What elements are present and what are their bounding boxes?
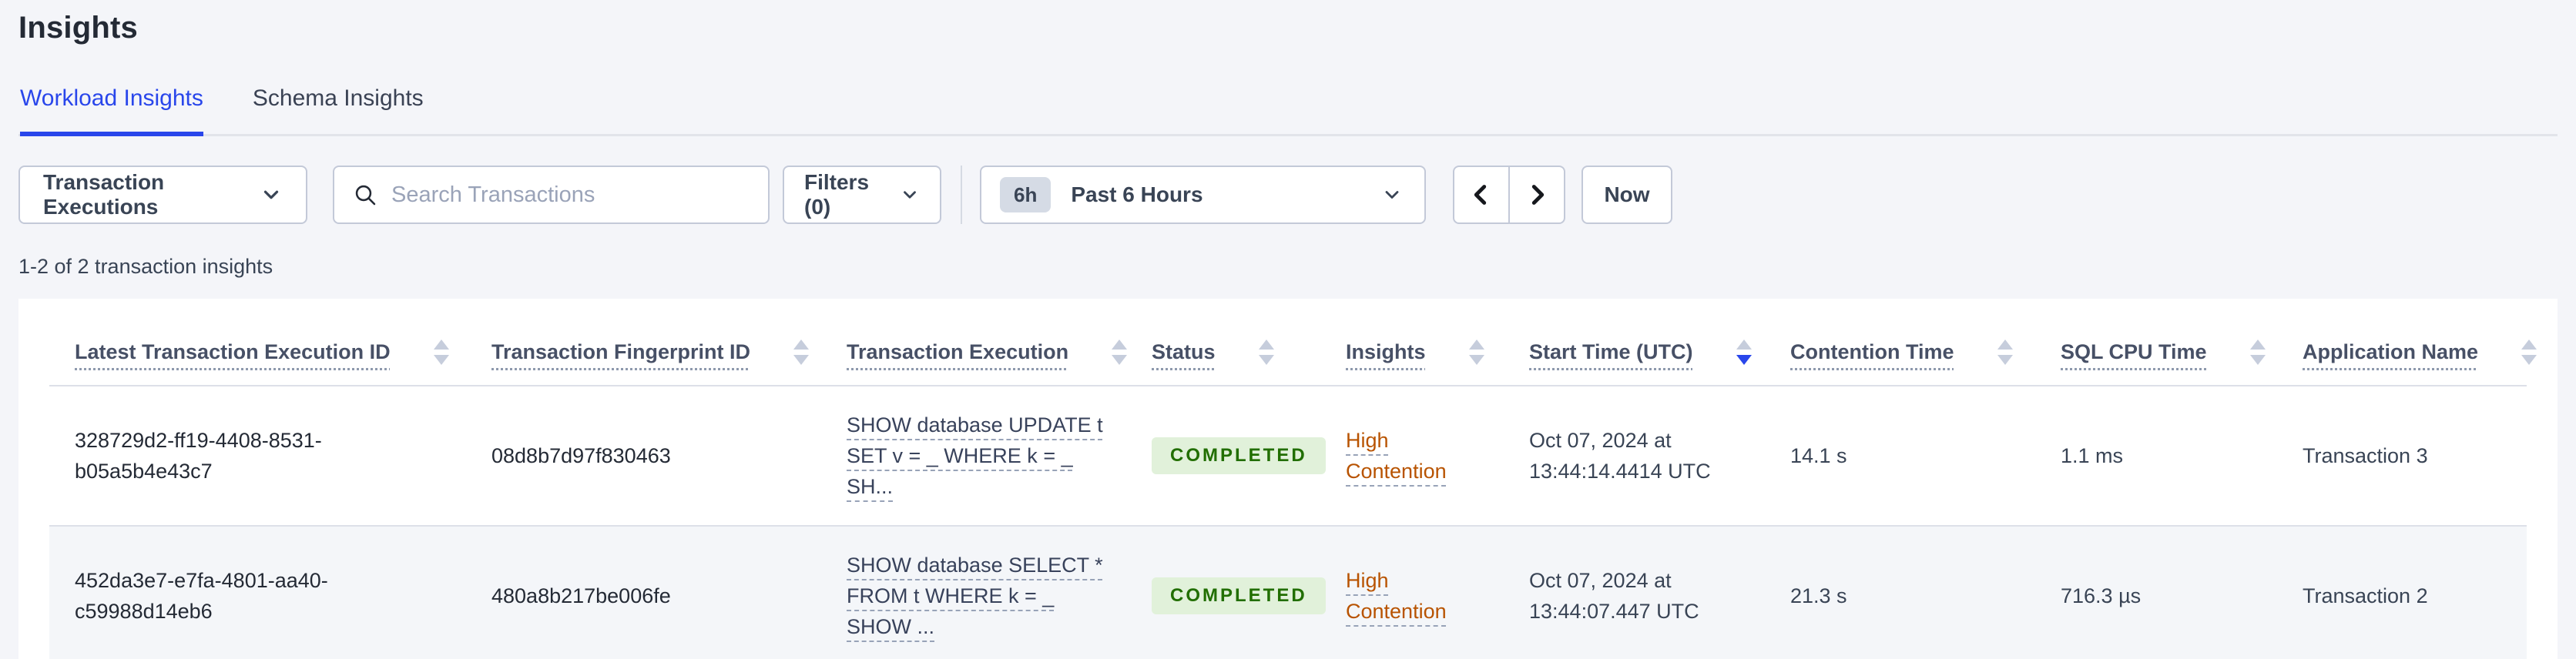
application-name: Transaction 3 (2303, 444, 2428, 467)
time-range-shortcut-badge: 6h (1000, 177, 1052, 212)
chevron-down-icon (900, 185, 920, 205)
sort-icon (433, 339, 449, 365)
time-range-nav (1453, 166, 1565, 224)
page-title: Insights (18, 11, 138, 45)
sort-icon (1112, 339, 1128, 365)
sort-icon (1997, 339, 2013, 365)
fingerprint-id: 480a8b217be006fe (491, 584, 671, 607)
sql-cpu-time: 1.1 ms (2061, 444, 2124, 467)
insights-page: Insights Workload Insights Schema Insigh… (0, 0, 2576, 659)
fingerprint-id: 08d8b7d97f830463 (491, 444, 671, 467)
sort-icon (2249, 339, 2266, 365)
now-button[interactable]: Now (1581, 166, 1672, 224)
table-row: 452da3e7-e7fa-4801-aa40-c59988d14eb6 480… (49, 526, 2527, 659)
column-label: Transaction Execution (847, 340, 1069, 363)
filters-label: Filters (0) (804, 170, 870, 219)
tab-schema-insights[interactable]: Schema Insights (253, 85, 424, 136)
transaction-execution-link[interactable]: SHOW database SELECT * FROM t WHERE k = … (847, 550, 1110, 642)
toolbar-divider (961, 166, 962, 224)
column-label: Latest Transaction Execution ID (75, 340, 391, 363)
time-range-value: Past 6 Hours (1071, 182, 1203, 206)
execution-type-dropdown-value: Transaction Executions (43, 170, 165, 219)
sort-icon (2521, 339, 2537, 365)
time-range-picker[interactable]: 6h Past 6 Hours (980, 166, 1426, 224)
sql-cpu-time: 716.3 µs (2061, 584, 2142, 607)
results-summary: 1-2 of 2 transaction insights (18, 255, 273, 278)
column-label: Status (1152, 340, 1216, 363)
column-label: Start Time (UTC) (1529, 340, 1693, 363)
previous-time-range-button[interactable] (1453, 166, 1509, 224)
start-time: Oct 07, 2024 at 13:44:14.4414 UTC (1529, 429, 1711, 483)
contention-time: 14.1 s (1790, 444, 1847, 467)
search-icon (353, 182, 377, 207)
column-label: SQL CPU Time (2061, 340, 2207, 363)
insight-link[interactable]: High Contention (1346, 565, 1469, 627)
column-label: Contention Time (1790, 340, 1954, 363)
column-header-status[interactable]: Status (1152, 299, 1346, 386)
next-time-range-button[interactable] (1509, 166, 1565, 224)
transaction-insights-table: Latest Transaction Execution ID Transact… (49, 299, 2537, 659)
column-header-transaction-execution[interactable]: Transaction Execution (847, 299, 1152, 386)
column-header-start-time[interactable]: Start Time (UTC) (1529, 299, 1790, 386)
status-badge: COMPLETED (1152, 437, 1326, 474)
insight-link[interactable]: High Contention (1346, 425, 1469, 487)
column-header-sql-cpu-time[interactable]: SQL CPU Time (2061, 299, 2303, 386)
sort-icon (793, 339, 810, 365)
sort-icon (1468, 339, 1484, 365)
application-name: Transaction 2 (2303, 584, 2428, 607)
toolbar: Transaction Executions Filters (0) 6h Pa… (18, 166, 2558, 224)
table-row: 328729d2-ff19-4408-8531-b05a5b4e43c7 08d… (49, 386, 2527, 527)
column-label: Application Name (2303, 340, 2479, 363)
execution-id: 452da3e7-e7fa-4801-aa40-c59988d14eb6 (75, 569, 328, 623)
search-input[interactable] (391, 182, 750, 208)
column-header-transaction-fingerprint-id[interactable]: Transaction Fingerprint ID (491, 299, 847, 386)
column-header-latest-transaction-execution-id[interactable]: Latest Transaction Execution ID (49, 299, 491, 386)
execution-type-dropdown[interactable]: Transaction Executions (18, 166, 307, 224)
column-header-contention-time[interactable]: Contention Time (1790, 299, 2061, 386)
sort-icon-active-descending (1736, 339, 1752, 365)
chevron-down-icon (1381, 184, 1403, 206)
transaction-execution-link[interactable]: SHOW database UPDATE t SET v = _ WHERE k… (847, 410, 1110, 502)
search-box (333, 166, 770, 224)
chevron-down-icon (260, 183, 283, 206)
start-time: Oct 07, 2024 at 13:44:07.447 UTC (1529, 569, 1699, 623)
table-header-row: Latest Transaction Execution ID Transact… (49, 299, 2537, 386)
tab-workload-insights[interactable]: Workload Insights (20, 85, 203, 136)
column-header-insights[interactable]: Insights (1346, 299, 1529, 386)
tab-bar: Workload Insights Schema Insights (18, 85, 2558, 136)
chevron-left-icon (1467, 181, 1495, 209)
contention-time: 21.3 s (1790, 584, 1847, 607)
status-badge: COMPLETED (1152, 577, 1326, 614)
now-button-label: Now (1604, 182, 1650, 206)
chevron-right-icon (1523, 181, 1551, 209)
insights-table-card: Latest Transaction Execution ID Transact… (18, 299, 2558, 659)
filters-dropdown[interactable]: Filters (0) (783, 166, 941, 224)
column-header-application-name[interactable]: Application Name (2303, 299, 2537, 386)
sort-icon (1258, 339, 1274, 365)
column-label: Insights (1346, 340, 1426, 363)
column-label: Transaction Fingerprint ID (491, 340, 751, 363)
execution-id: 328729d2-ff19-4408-8531-b05a5b4e43c7 (75, 429, 322, 483)
